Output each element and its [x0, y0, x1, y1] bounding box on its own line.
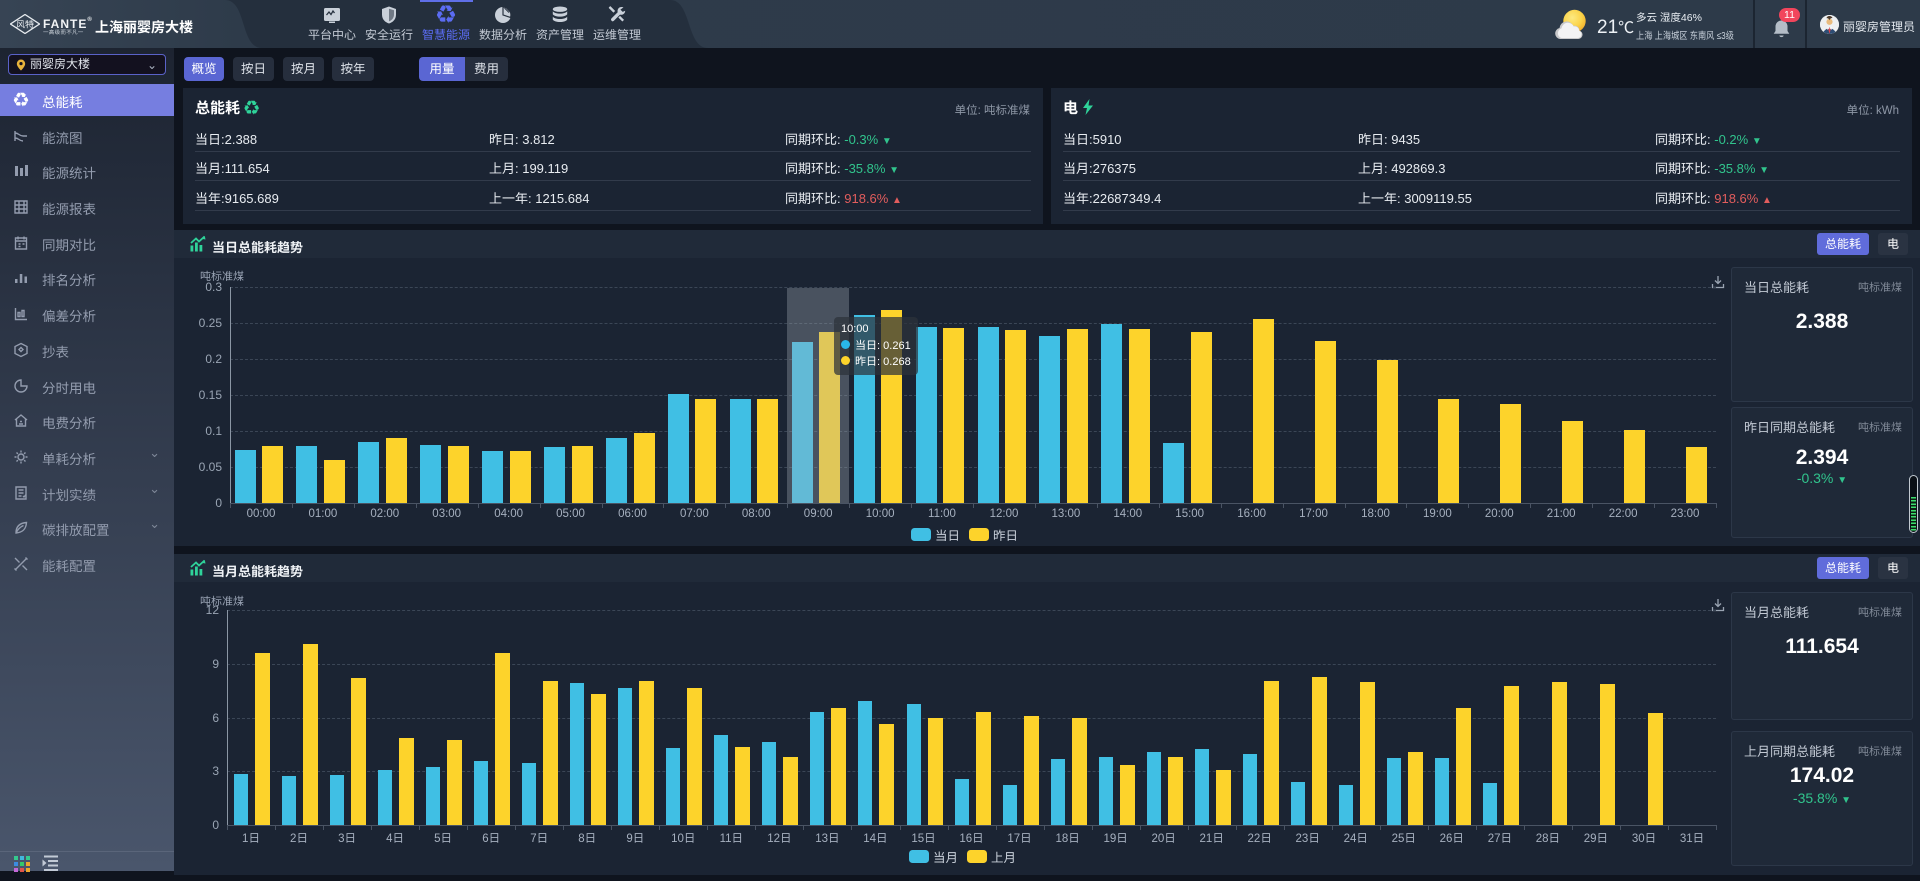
svg-text:♻: ♻: [436, 5, 455, 25]
svg-text:风特: 风特: [16, 18, 34, 31]
svg-text:♻: ♻: [13, 92, 28, 108]
